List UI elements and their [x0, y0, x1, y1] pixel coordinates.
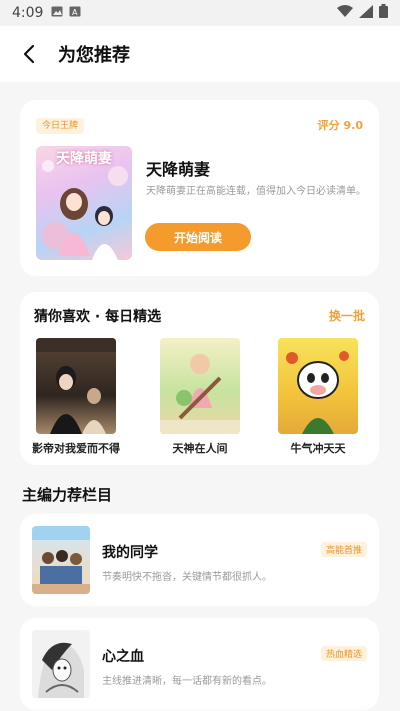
- swap-button[interactable]: 换一批: [329, 307, 365, 324]
- start-reading-button[interactable]: 开始阅读: [145, 223, 251, 251]
- book-cover-art: [36, 338, 116, 434]
- book-cover-art: [160, 354, 240, 434]
- book-title: 天神在人间: [172, 442, 228, 455]
- hero-card[interactable]: 今日王牌 评分 9.0 天降萌妻 天降萌妻 天降萌妻正在高能连载，值得加入今日必…: [20, 100, 379, 276]
- editor-item-badge: 高能首推: [320, 542, 367, 557]
- font-a-icon: A: [69, 6, 81, 21]
- svg-text:A: A: [72, 8, 78, 17]
- editor-item-cover-art: [32, 526, 90, 594]
- wifi-icon: [337, 4, 353, 22]
- recommend-card: 猜你喜欢 · 每日精选 换一批 影帝对我爱而不得 天神在人间 牛气冲天天: [20, 292, 379, 465]
- editor-item-cover: [32, 630, 90, 698]
- page-title: 为您推荐: [58, 45, 130, 66]
- book-cover: [36, 338, 116, 434]
- hero-score: 评分 9.0: [317, 119, 363, 132]
- book-cover: [278, 338, 358, 434]
- back-button[interactable]: [0, 26, 58, 82]
- editor-item-badge: 热血精选: [320, 646, 367, 661]
- hero-cover-title: 天降萌妻: [56, 151, 112, 167]
- editor-item[interactable]: 心之血 主线推进清晰，每一话都有新的看点。 热血精选: [20, 618, 379, 710]
- editor-item-cover: [32, 526, 90, 594]
- editor-item[interactable]: 我的同学 节奏明快不拖沓，关键情节都很抓人。 高能首推: [20, 514, 379, 606]
- editor-item-title: 我的同学: [102, 545, 158, 561]
- hero-tag: 今日王牌: [36, 118, 85, 134]
- editor-item-cover-art: [38, 642, 84, 698]
- book-item[interactable]: 牛气冲天天: [268, 338, 368, 456]
- hero-cover[interactable]: 天降萌妻: [36, 146, 132, 260]
- battery-icon: [379, 4, 388, 22]
- gallery-icon: [51, 6, 63, 21]
- editor-item-title: 心之血: [102, 649, 144, 665]
- book-title: 牛气冲天天: [290, 442, 346, 455]
- hero-title[interactable]: 天降萌妻: [146, 156, 210, 180]
- book-item[interactable]: 影帝对我爱而不得: [26, 338, 126, 456]
- hero-description: 天降萌妻正在高能连载，值得加入今日必读清单。: [146, 186, 366, 197]
- editor-section-heading: 主编力荐栏目: [22, 486, 113, 504]
- app-bar: 为您推荐: [0, 26, 400, 82]
- book-title: 影帝对我爱而不得: [32, 442, 120, 455]
- book-cover-art: [286, 351, 349, 434]
- editor-item-description: 节奏明快不拖沓，关键情节都很抓人。: [102, 572, 272, 583]
- status-time: 4:09: [12, 5, 44, 21]
- back-arrow-icon: [23, 44, 35, 64]
- status-bar: 4:09 A: [0, 0, 400, 26]
- book-item[interactable]: 天神在人间: [150, 338, 250, 456]
- editor-item-description: 主线推进清晰，每一话都有新的看点。: [102, 676, 272, 687]
- book-cover: [160, 338, 240, 434]
- signal-icon: [359, 4, 373, 22]
- recommend-title: 猜你喜欢 · 每日精选: [34, 309, 162, 325]
